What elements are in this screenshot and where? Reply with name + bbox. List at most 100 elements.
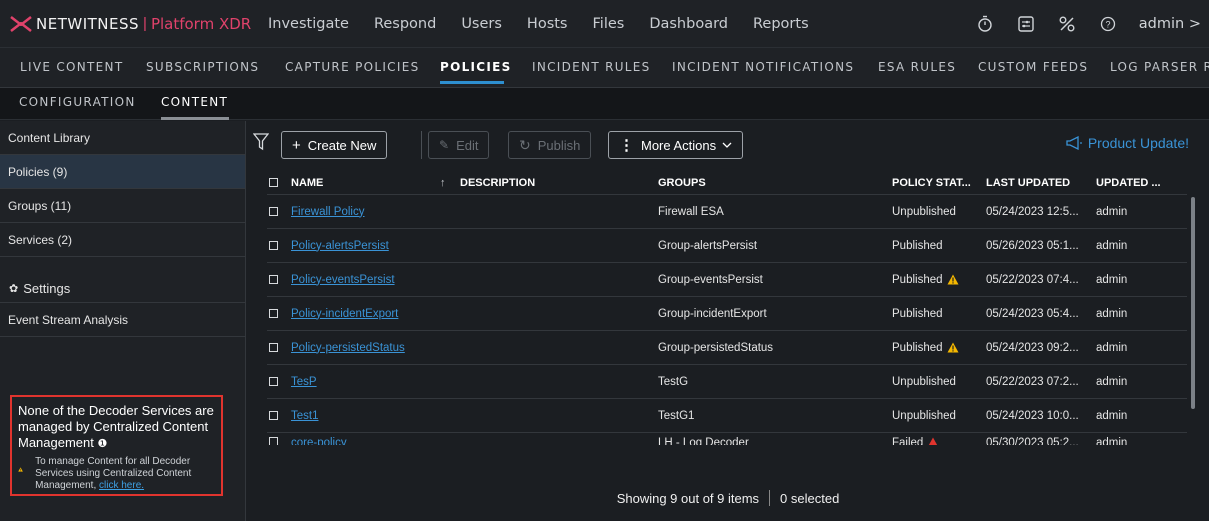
table-row[interactable]: Firewall Policy Firewall ESA Unpublished 05… <box>267 195 1187 229</box>
filter-icon[interactable] <box>253 133 269 151</box>
warning-icon <box>947 342 959 352</box>
tab-capture-policies[interactable]: CAPTURE POLICIES <box>285 60 420 74</box>
tab-configuration[interactable]: CONFIGURATION <box>19 95 136 109</box>
policy-last-updated: 05/24/2023 09:2... <box>986 341 1079 354</box>
tab-incident-rules[interactable]: INCIDENT RULES <box>532 60 651 74</box>
column-header-groups[interactable]: GROUPS <box>658 177 892 189</box>
info-icon: ❶ <box>97 438 108 450</box>
policy-name-link[interactable]: core-policy <box>291 437 347 445</box>
tab-content[interactable]: CONTENT <box>161 95 228 109</box>
policy-name-link[interactable]: Policy-eventsPersist <box>291 274 395 286</box>
main-panel: + Create New ✎ Edit ↻ Publish ⋮ More Act… <box>247 121 1209 521</box>
policy-groups: Firewall ESA <box>658 205 724 218</box>
policy-last-updated: 05/24/2023 10:0... <box>986 409 1079 422</box>
nav-users[interactable]: Users <box>461 16 502 32</box>
row-checkbox[interactable] <box>269 207 278 216</box>
policy-last-updated: 05/24/2023 12:5... <box>986 205 1079 218</box>
policy-updated-by: admin <box>1096 273 1128 286</box>
logo[interactable]: NETWITNESS | Platform XDR <box>0 0 268 48</box>
sidebar-item-label: Groups (11) <box>8 198 72 213</box>
column-header-policy-status[interactable]: POLICY STAT... <box>892 177 986 189</box>
policy-status: Failed <box>892 437 986 445</box>
tab-policies[interactable]: POLICIES <box>440 60 512 74</box>
tab-live-content[interactable]: LIVE CONTENT <box>20 60 123 74</box>
refresh-icon: ↻ <box>519 136 531 153</box>
nav-files[interactable]: Files <box>593 16 625 32</box>
row-checkbox[interactable] <box>269 309 278 318</box>
sidebar-item-services[interactable]: Services (2) <box>0 223 245 257</box>
nav-respond[interactable]: Respond <box>374 16 436 32</box>
policy-name-link[interactable]: TesP <box>291 376 317 388</box>
publish-button[interactable]: ↻ Publish <box>508 131 592 159</box>
policy-name-link[interactable]: Policy-incidentExport <box>291 308 398 320</box>
policy-status: Published <box>892 239 943 252</box>
sort-ascending-icon[interactable]: ↑ <box>440 177 460 189</box>
edit-button[interactable]: ✎ Edit <box>428 131 490 159</box>
help-icon[interactable]: ? <box>1098 14 1118 34</box>
ccm-notice: None of the Decoder Services are managed… <box>10 395 223 496</box>
column-header-description[interactable]: DESCRIPTION <box>460 177 658 189</box>
table-row[interactable]: Policy-alertsPersist Group-alertsPersist P… <box>267 229 1187 263</box>
table-scrollbar[interactable] <box>1191 197 1195 409</box>
table-row[interactable]: Test1 TestG1 Unpublished 05/24/2023 10:0...… <box>267 399 1187 433</box>
brand-name: NETWITNESS <box>36 14 140 33</box>
settings-panel-icon[interactable] <box>1016 14 1036 34</box>
table-row[interactable]: TesP TestG Unpublished 05/22/2023 07:2... ad… <box>267 365 1187 399</box>
click-here-link[interactable]: click here. <box>99 480 144 491</box>
notice-title: None of the Decoder Services are managed… <box>18 403 214 450</box>
table-row[interactable]: Policy-persistedStatus Group-persistedSta… <box>267 331 1187 365</box>
nav-reports[interactable]: Reports <box>753 16 809 32</box>
active-tab-indicator <box>440 81 504 84</box>
table-row[interactable]: Policy-eventsPersist Group-eventsPersist P… <box>267 263 1187 297</box>
row-checkbox[interactable] <box>269 377 278 386</box>
sidebar-item-label: Policies (9) <box>8 164 68 179</box>
column-header-last-updated[interactable]: LAST UPDATED <box>986 177 1096 189</box>
sidebar: Content Library Policies (9) Groups (11)… <box>0 121 246 521</box>
row-checkbox[interactable] <box>269 241 278 250</box>
create-new-button[interactable]: + Create New <box>281 131 388 159</box>
select-all-checkbox[interactable] <box>269 178 278 187</box>
nav-hosts[interactable]: Hosts <box>527 16 568 32</box>
row-checkbox[interactable] <box>269 437 278 445</box>
policy-updated-by: admin <box>1096 409 1128 422</box>
row-checkbox[interactable] <box>269 411 278 420</box>
sidebar-item-label: Content Library <box>8 130 91 145</box>
timer-icon[interactable] <box>975 14 995 34</box>
kebab-icon: ⋮ <box>619 137 634 154</box>
policy-last-updated: 05/30/2023 05:2... <box>986 437 1079 445</box>
user-menu[interactable]: admin > <box>1139 16 1201 32</box>
tab-custom-feeds[interactable]: CUSTOM FEEDS <box>978 60 1088 74</box>
tab-log-parser-rules[interactable]: LOG PARSER RU <box>1110 60 1209 74</box>
policy-updated-by: admin <box>1096 375 1128 388</box>
notice-text: To manage Content for all Decoder Servic… <box>35 456 192 491</box>
policy-updated-by: admin <box>1096 341 1128 354</box>
policy-name-link[interactable]: Test1 <box>291 410 319 422</box>
table-body: Firewall Policy Firewall ESA Unpublished 05… <box>267 195 1187 445</box>
tab-esa-rules[interactable]: ESA RULES <box>878 60 956 74</box>
policy-name-link[interactable]: Policy-alertsPersist <box>291 240 389 252</box>
sidebar-item-event-stream-analysis[interactable]: Event Stream Analysis <box>0 303 245 337</box>
sidebar-item-content-library[interactable]: Content Library <box>0 121 245 155</box>
tab-incident-notifications[interactable]: INCIDENT NOTIFICATIONS <box>672 60 854 74</box>
table-row[interactable]: core-policy LH - Log Decoder Failed 05/30/2… <box>267 433 1187 445</box>
table-row[interactable]: Policy-incidentExport Group-incidentExpor… <box>267 297 1187 331</box>
row-checkbox[interactable] <box>269 343 278 352</box>
policy-name-link[interactable]: Firewall Policy <box>291 206 365 218</box>
config-tabs: LIVE CONTENT SUBSCRIPTIONS CAPTURE POLIC… <box>0 48 1209 88</box>
row-checkbox[interactable] <box>269 275 278 284</box>
sidebar-item-label: Services (2) <box>8 232 73 247</box>
sidebar-item-groups[interactable]: Groups (11) <box>0 189 245 223</box>
sidebar-item-policies[interactable]: Policies (9) <box>0 155 245 189</box>
product-update-link[interactable]: Product Update! <box>1066 135 1189 151</box>
policy-groups: Group-alertsPersist <box>658 239 758 252</box>
nav-investigate[interactable]: Investigate <box>268 16 349 32</box>
more-actions-button[interactable]: ⋮ More Actions <box>608 131 744 159</box>
table-header: NAME ↑ DESCRIPTION GROUPS POLICY STAT...… <box>267 171 1187 195</box>
policy-name-link[interactable]: Policy-persistedStatus <box>291 342 405 354</box>
nav-dashboard[interactable]: Dashboard <box>649 16 728 32</box>
column-header-name[interactable]: NAME <box>285 177 440 189</box>
tab-subscriptions[interactable]: SUBSCRIPTIONS <box>146 60 259 74</box>
policy-updated-by: admin <box>1096 307 1128 320</box>
column-header-updated-by[interactable]: UPDATED ... <box>1096 177 1186 189</box>
tools-icon[interactable] <box>1057 14 1077 34</box>
